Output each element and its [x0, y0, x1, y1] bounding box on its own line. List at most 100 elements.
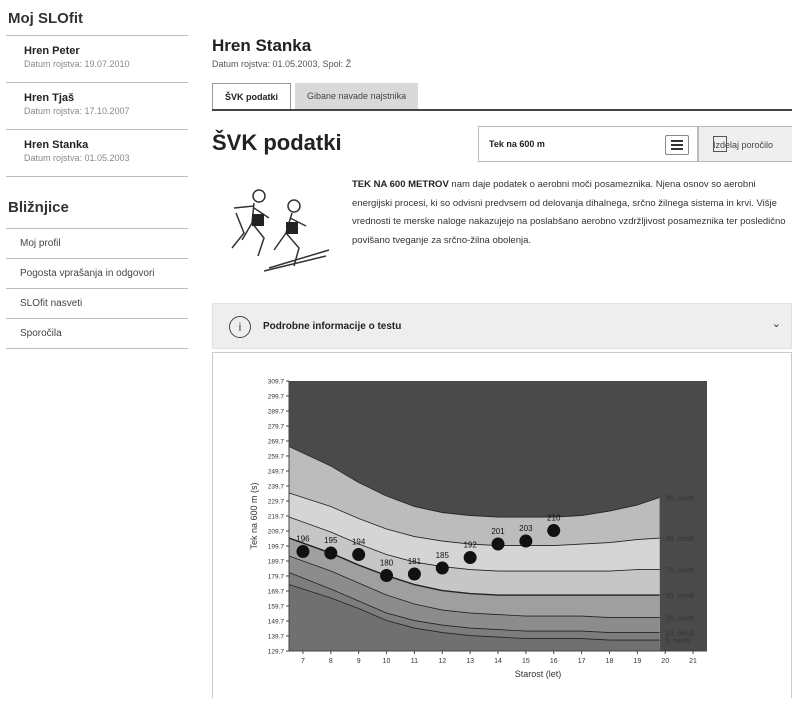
y-tick-label: 279.7 [268, 424, 285, 431]
data-point [491, 537, 505, 551]
x-tick-label: 16 [550, 658, 558, 665]
y-tick-label: 219.7 [268, 514, 285, 521]
athlete-meta: Datum rojstva: 01.05.2003, Spol: Ž [212, 59, 352, 69]
chevron-down-icon: ⌄ [771, 318, 781, 330]
x-tick-label: 11 [411, 658, 418, 665]
athlete-dob: Datum rojstva: 01.05.2003 [24, 153, 130, 163]
athlete-item-peter[interactable]: Hren Peter Datum rojstva: 19.07.2010 [6, 36, 188, 83]
data-point [380, 569, 394, 583]
x-tick-label: 10 [383, 658, 391, 665]
data-label: 201 [491, 527, 505, 536]
data-point [519, 534, 533, 548]
x-tick-label: 21 [689, 658, 697, 665]
percentile-label: 5. centil [666, 638, 691, 645]
y-tick-label: 259.7 [268, 454, 285, 461]
test-description: TEK NA 600 METROV nam daje podatek o aer… [352, 176, 792, 250]
main-content: Hren Stanka Datum rojstva: 01.05.2003, S… [212, 0, 792, 698]
test-details-title: Podrobne informacije o testu [263, 321, 402, 332]
data-label: 194 [352, 538, 366, 547]
data-label: 203 [519, 524, 533, 533]
athlete-name: Hren Tjaš [24, 92, 75, 104]
data-point [435, 561, 449, 575]
athlete-name: Hren Peter [24, 45, 80, 57]
y-tick-label: 249.7 [268, 469, 285, 476]
data-point [352, 548, 366, 562]
shortcut-my-profile[interactable]: Moj profil [6, 228, 188, 259]
x-tick-label: 19 [633, 658, 641, 665]
shortcut-tips[interactable]: SLOfit nasveti [6, 289, 188, 319]
y-tick-label: 299.7 [268, 394, 285, 401]
x-tick-label: 13 [466, 658, 474, 665]
tab-movement-habits[interactable]: Gibane navade najstnika [295, 83, 419, 109]
athlete-name: Hren Stanka [24, 139, 89, 151]
data-label: 210 [547, 514, 561, 523]
data-point [324, 546, 338, 560]
description-bold: TEK NA 600 METROV [352, 179, 449, 190]
athlete-dob: Datum rojstva: 17.10.2007 [24, 106, 130, 116]
athlete-item-tjas[interactable]: Hren Tjaš Datum rojstva: 17.10.2007 [6, 83, 188, 130]
data-label: 192 [463, 541, 477, 550]
tab-svk-data[interactable]: ŠVK podatki [212, 83, 292, 109]
test-select[interactable]: Tek na 600 m [478, 126, 698, 162]
percentile-label: 75. centil [666, 568, 694, 575]
athlete-title: Hren Stanka [212, 36, 312, 55]
x-tick-label: 15 [522, 658, 530, 665]
y-tick-label: 139.7 [268, 634, 285, 641]
x-axis-label: Starost (let) [515, 669, 562, 679]
data-point [407, 567, 421, 581]
y-tick-label: 159.7 [268, 604, 285, 611]
create-report-button[interactable]: Izdelaj poročilo [698, 126, 792, 162]
test-details-accordion[interactable]: i Podrobne informacije o testu ⌄ [212, 303, 792, 349]
y-tick-label: 289.7 [268, 409, 285, 416]
sidebar: Moj SLOfit Hren Peter Datum rojstva: 19.… [0, 0, 190, 349]
shortcuts-list: Moj profil Pogosta vprašanja in odgovori… [6, 228, 188, 349]
x-tick-label: 18 [606, 658, 614, 665]
percentile-chart: 5. centil10. centil 25. centil 50. centil 7… [249, 379, 707, 679]
percentile-label: 25. centil [666, 616, 694, 623]
shortcut-faq[interactable]: Pogosta vprašanja in odgovori [6, 259, 188, 289]
export-icon [713, 136, 727, 152]
y-tick-label: 189.7 [268, 559, 285, 566]
x-tick-label: 7 [301, 658, 305, 665]
x-tick-label: 20 [661, 658, 669, 665]
y-axis-label: Tek na 600 m (s) [249, 482, 259, 549]
x-tick-label: 8 [329, 658, 333, 665]
percentile-label: 10. centil [666, 631, 694, 638]
y-tick-label: 209.7 [268, 529, 285, 536]
test-select-value: Tek na 600 m [489, 139, 545, 149]
y-tick-label: 149.7 [268, 619, 285, 626]
data-label: 185 [436, 551, 450, 560]
menu-icon[interactable] [665, 135, 689, 155]
x-tick-label: 12 [438, 658, 446, 665]
percentile-label: 50. centil [666, 593, 694, 600]
tab-bar: ŠVK podatki Gibane navade najstnika [212, 83, 792, 111]
y-tick-label: 309.7 [268, 379, 285, 386]
x-tick-label: 17 [578, 658, 586, 665]
athlete-dob: Datum rojstva: 19.07.2010 [24, 59, 130, 69]
athlete-list: Hren Peter Datum rojstva: 19.07.2010 Hre… [6, 35, 188, 177]
runners-illustration [231, 189, 330, 272]
y-tick-label: 129.7 [268, 649, 285, 656]
y-tick-label: 239.7 [268, 484, 285, 491]
athlete-item-stanka[interactable]: Hren Stanka Datum rojstva: 01.05.2003 [6, 130, 188, 177]
data-label: 181 [408, 557, 422, 566]
x-tick-label: 9 [357, 658, 361, 665]
section-title: ŠVK podatki [212, 130, 342, 155]
y-tick-label: 269.7 [268, 439, 285, 446]
info-icon: i [229, 316, 251, 338]
sidebar-title: Moj SLOfit [8, 10, 83, 27]
percentile-label: 90. centil [666, 536, 694, 543]
y-tick-label: 229.7 [268, 499, 285, 506]
chart-container: 5. centil 10. centil 25. centil 50. centil 7… [212, 352, 792, 698]
data-point [547, 524, 561, 538]
data-label: 195 [324, 536, 338, 545]
shortcut-messages[interactable]: Sporočila [6, 319, 188, 349]
shortcuts-title: Bližnjice [8, 199, 69, 216]
data-point [296, 545, 310, 559]
y-tick-label: 169.7 [268, 589, 285, 596]
x-tick-label: 14 [494, 658, 502, 665]
y-tick-label: 199.7 [268, 544, 285, 551]
data-label: 180 [380, 559, 394, 568]
data-label: 196 [296, 535, 310, 544]
percentile-label: 95. centil [666, 496, 694, 503]
